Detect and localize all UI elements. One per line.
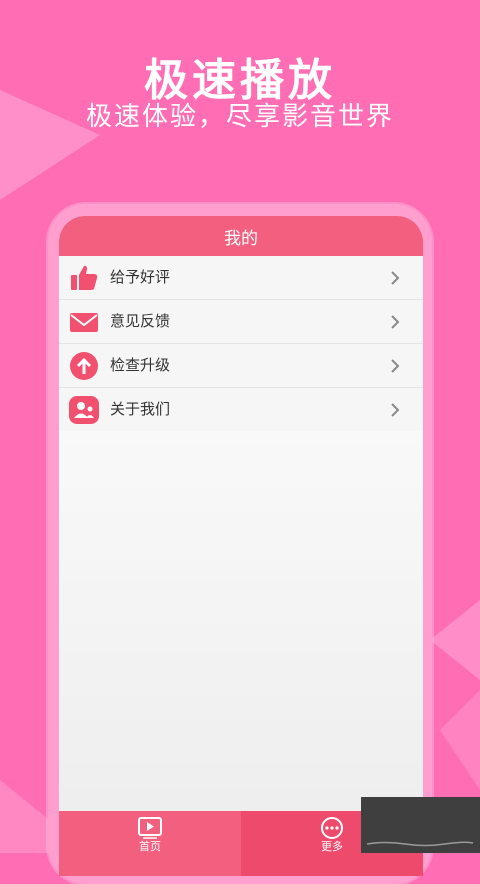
tab-home[interactable]: 首页 (59, 811, 241, 876)
page-title: 我的 (59, 216, 423, 256)
chevron-right-icon (391, 315, 400, 329)
more-icon (321, 817, 343, 839)
chevron-right-icon (391, 271, 400, 285)
gesture-bar (366, 841, 474, 847)
content-area (59, 431, 423, 811)
menu-item-label: 检查升级 (110, 356, 171, 374)
menu-item-feedback[interactable]: 意见反馈 (59, 300, 423, 344)
play-icon (138, 817, 162, 839)
upgrade-arrow-icon (70, 352, 98, 380)
menu-item-label: 给予好评 (110, 268, 171, 286)
users-icon (69, 396, 99, 424)
chevron-right-icon (391, 403, 400, 417)
menu-item-about[interactable]: 关于我们 (59, 388, 423, 432)
promo-subtitle: 极速体验，尽享影音世界 (85, 102, 394, 132)
thumbs-up-icon (71, 265, 98, 290)
menu-item-rate[interactable]: 给予好评 (59, 256, 423, 300)
phone-screen: 我的 给予好评 意见反馈 检查升级 关于我们 首页 更多 (59, 216, 423, 876)
tab-label: 首页 (139, 840, 161, 853)
menu-item-label: 关于我们 (110, 400, 171, 418)
menu-item-update[interactable]: 检查升级 (59, 344, 423, 388)
menu-item-label: 意见反馈 (110, 312, 171, 330)
chevron-right-icon (391, 359, 400, 373)
menu-list: 给予好评 意见反馈 检查升级 关于我们 (59, 256, 423, 432)
system-nav-overlay (361, 797, 480, 853)
mail-icon (70, 313, 98, 332)
